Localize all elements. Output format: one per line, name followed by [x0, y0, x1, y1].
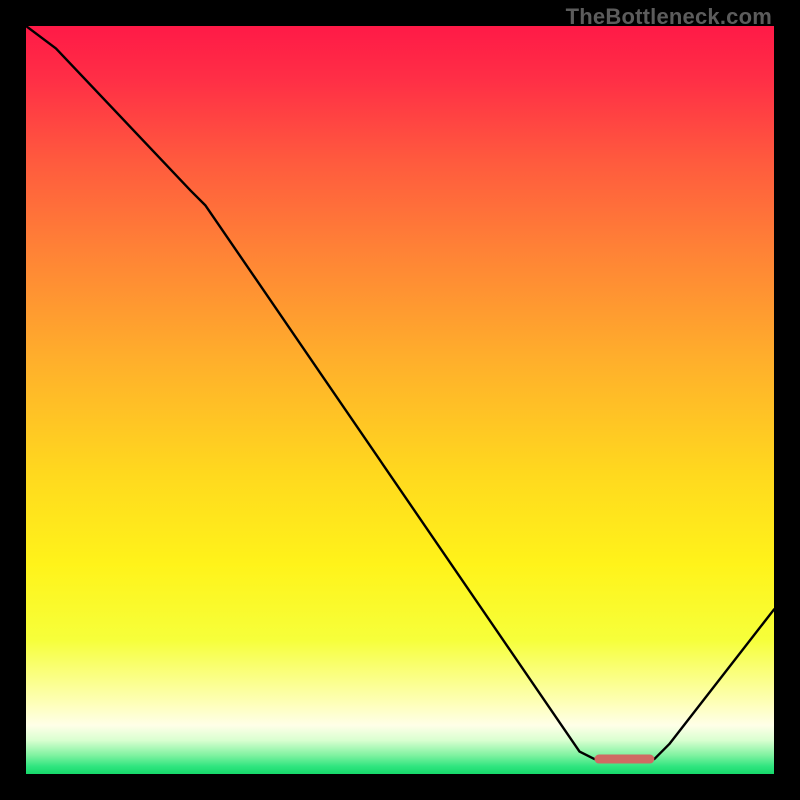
chart-frame	[26, 26, 774, 774]
gradient-background	[26, 26, 774, 774]
bottleneck-chart	[26, 26, 774, 774]
optimal-range-marker	[594, 755, 654, 764]
